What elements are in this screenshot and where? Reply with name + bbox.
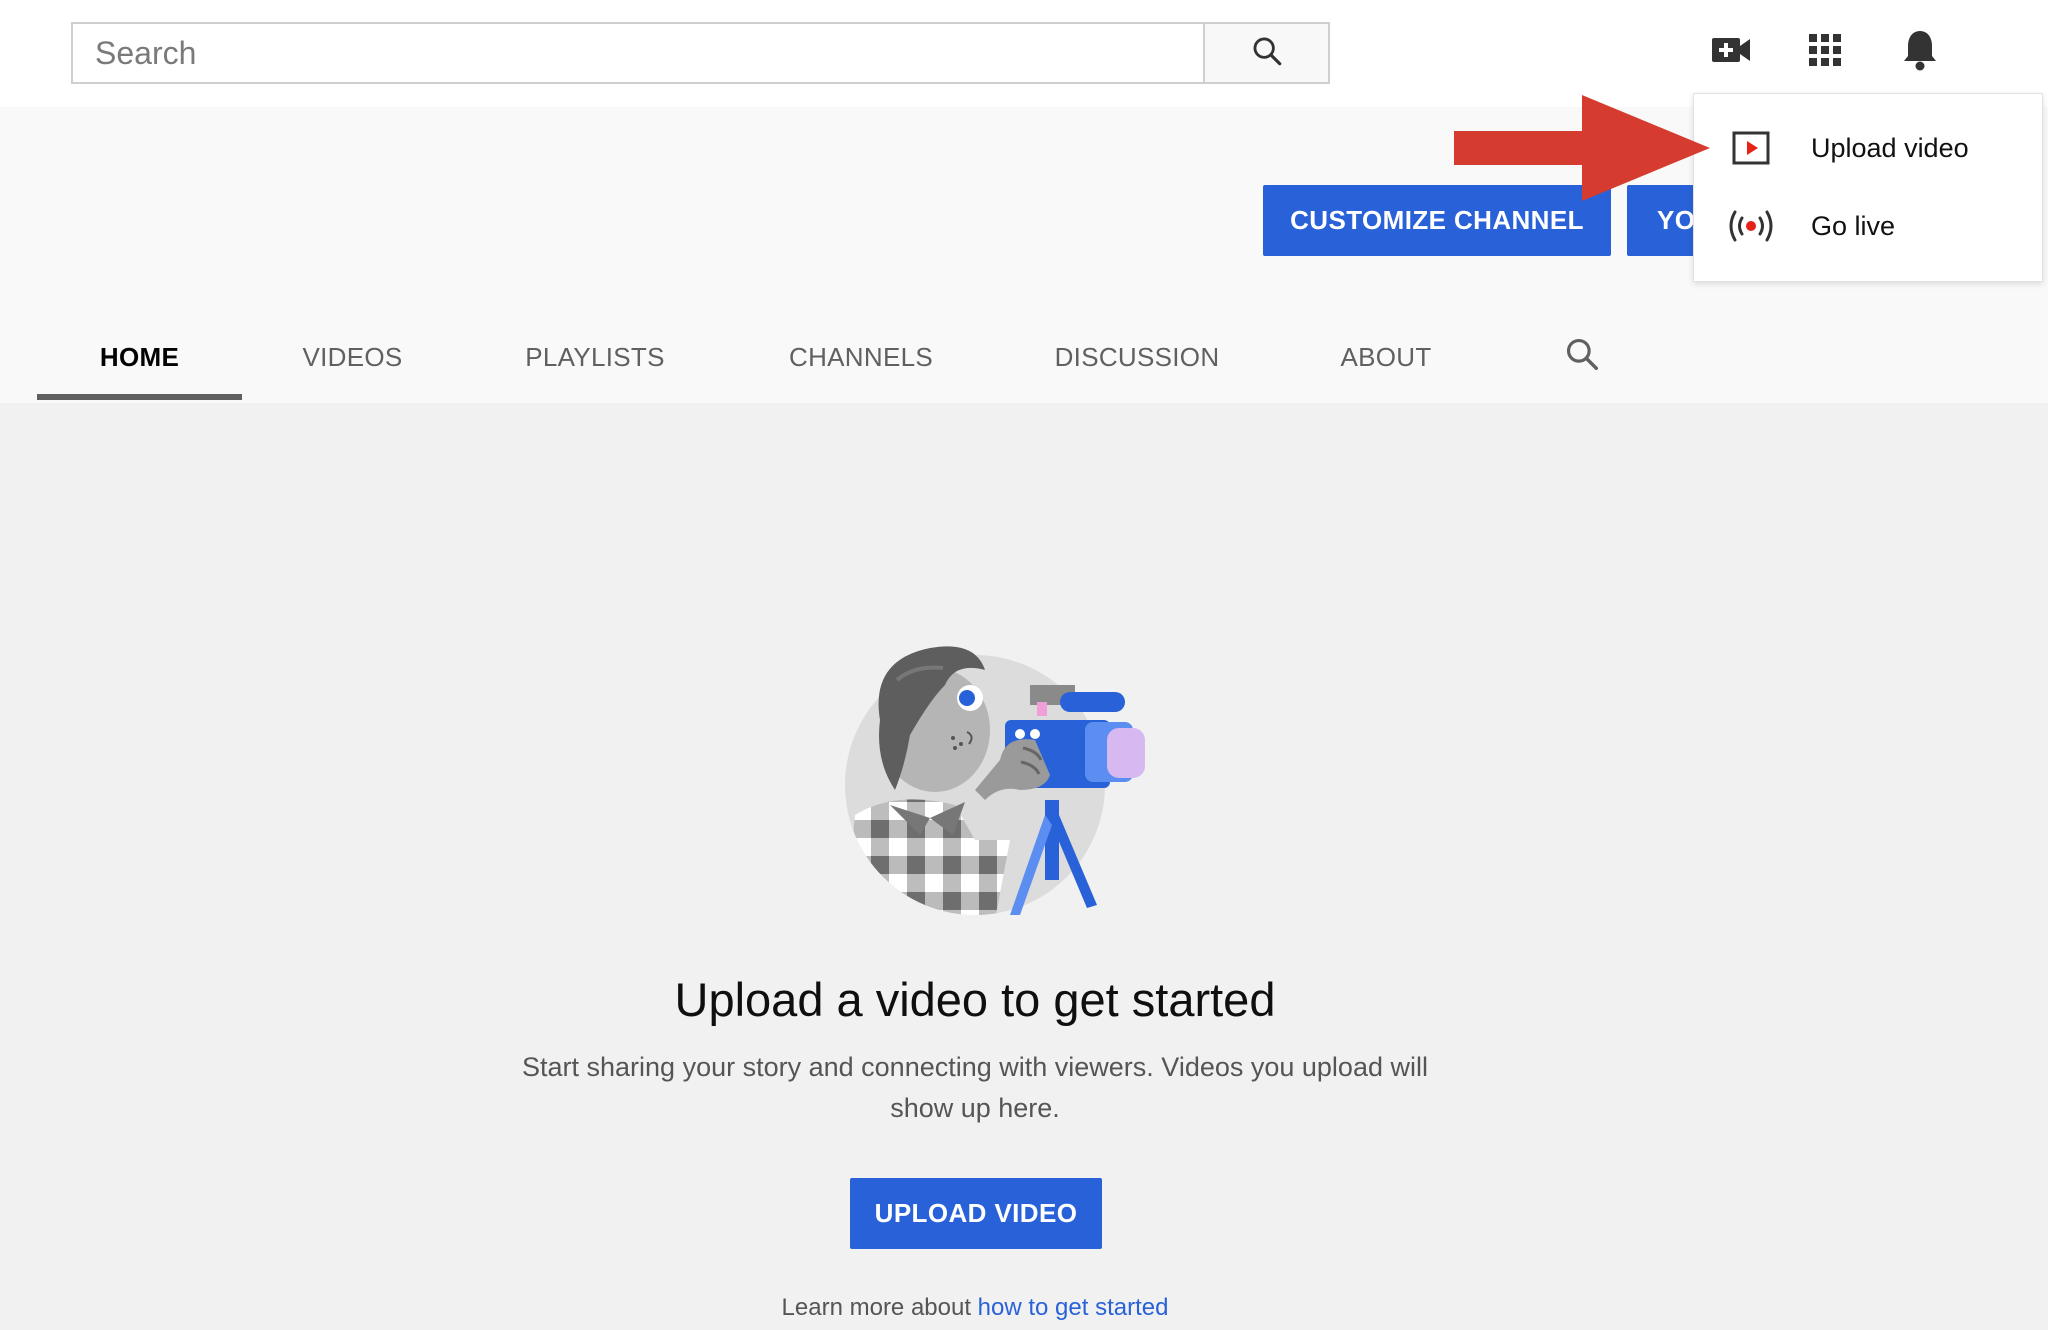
how-to-get-started-link[interactable]: how to get started bbox=[978, 1294, 1169, 1321]
app-root: CUSTOMIZE CHANNEL YO HOME VIDEOS PLAYLIS… bbox=[0, 0, 2048, 1330]
active-tab-indicator bbox=[37, 394, 242, 400]
bell-icon bbox=[1902, 29, 1938, 76]
upload-video-button[interactable]: UPLOAD VIDEO bbox=[850, 1178, 1102, 1249]
learn-more-text: Learn more about how to get started bbox=[0, 1294, 1950, 1322]
channel-search-button[interactable] bbox=[1558, 332, 1606, 380]
search-icon bbox=[1563, 335, 1601, 378]
tab-about[interactable]: ABOUT bbox=[1332, 312, 1440, 402]
go-live-icon bbox=[1727, 202, 1775, 250]
create-video-icon bbox=[1710, 33, 1752, 72]
tab-home[interactable]: HOME bbox=[37, 312, 242, 402]
empty-state-title: Upload a video to get started bbox=[674, 973, 1276, 1026]
empty-state-description: Start sharing your story and connecting … bbox=[522, 1052, 1428, 1123]
menu-item-label: Upload video bbox=[1811, 132, 1969, 163]
search-icon bbox=[1250, 34, 1284, 73]
search-button[interactable] bbox=[1203, 22, 1330, 84]
menu-item-label: Go live bbox=[1811, 210, 1896, 241]
search-input[interactable] bbox=[73, 24, 1204, 82]
channel-tabs: HOME VIDEOS PLAYLISTS CHANNELS DISCUSSIO… bbox=[0, 312, 1700, 402]
upload-video-icon bbox=[1727, 124, 1775, 172]
create-menu: Upload video Go live bbox=[1693, 93, 2043, 282]
tab-playlists[interactable]: PLAYLISTS bbox=[510, 312, 680, 402]
top-bar bbox=[0, 0, 2048, 107]
tab-discussion[interactable]: DISCUSSION bbox=[1045, 312, 1229, 402]
videographer-illustration bbox=[845, 646, 1145, 915]
menu-item-upload-video[interactable]: Upload video bbox=[1694, 109, 2042, 187]
create-video-button[interactable] bbox=[1707, 28, 1755, 76]
tab-videos[interactable]: VIDEOS bbox=[290, 312, 415, 402]
annotation-arrow bbox=[1454, 95, 1710, 201]
notifications-button[interactable] bbox=[1896, 28, 1944, 76]
learn-more-prefix: Learn more about bbox=[781, 1294, 978, 1321]
search-box[interactable] bbox=[71, 22, 1204, 84]
menu-item-go-live[interactable]: Go live bbox=[1694, 187, 2042, 265]
tab-channels[interactable]: CHANNELS bbox=[777, 312, 945, 402]
apps-button[interactable] bbox=[1801, 28, 1849, 76]
apps-grid-icon bbox=[1808, 33, 1842, 72]
